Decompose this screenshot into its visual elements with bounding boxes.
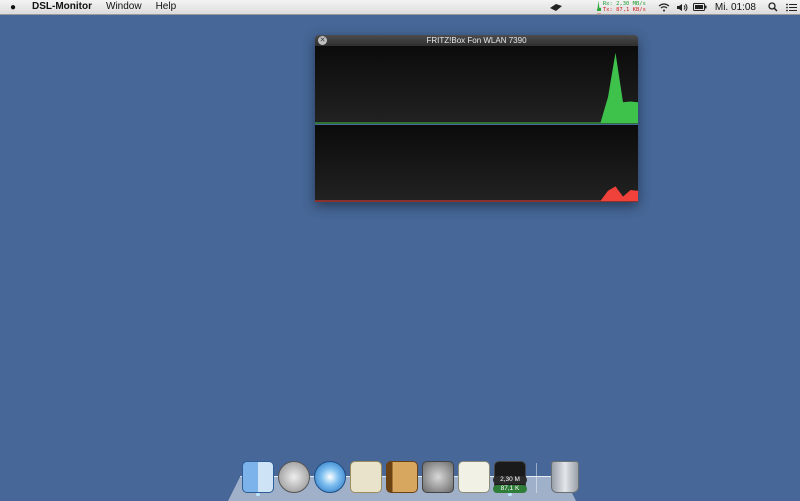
dock-mail-icon[interactable]: [350, 461, 382, 493]
dock-trash-icon[interactable]: [551, 461, 579, 493]
dock-finder-icon[interactable]: [242, 461, 274, 496]
dock-system-preferences-icon[interactable]: [422, 461, 454, 493]
window-title: FRITZ!Box Fon WLAN 7390: [426, 36, 527, 45]
download-graph-panel: [315, 46, 638, 124]
dock-badge-tx: 87,1 K: [493, 485, 527, 493]
tx-rate-text: Tx: 87,1 KB/s: [602, 7, 646, 13]
dock-launchpad-icon[interactable]: [278, 461, 310, 493]
menubar-rate-readout[interactable]: Rx: 2,30 MB/s Tx: 87,1 KB/s: [601, 1, 655, 13]
download-traffic-chart: [315, 52, 638, 124]
spotlight-search-icon[interactable]: [764, 0, 782, 14]
menubar-clock[interactable]: Mi. 01:08: [709, 2, 764, 13]
menu-bar: ● DSL-Monitor Window Help Rx: 2,30 MB/s …: [0, 0, 800, 15]
dsl-monitor-window[interactable]: ✕ FRITZ!Box Fon WLAN 7390: [315, 35, 638, 202]
wifi-icon[interactable]: [655, 0, 673, 14]
running-indicator: [508, 493, 512, 496]
router-icon[interactable]: [547, 0, 565, 14]
battery-icon[interactable]: [691, 0, 709, 14]
upload-graph-panel: [315, 125, 638, 202]
dock-separator: [536, 463, 537, 493]
menubar-traffic-graph[interactable]: [564, 0, 601, 14]
dock-dsl-monitor-icon[interactable]: 2,30 M 87,1 K: [493, 461, 527, 496]
notification-center-icon[interactable]: [782, 0, 800, 14]
menu-app-name[interactable]: DSL-Monitor: [26, 0, 99, 14]
upload-series-area: [315, 186, 638, 201]
dock-address-book-icon[interactable]: [386, 461, 418, 493]
dock: 2,30 M 87,1 K: [242, 459, 579, 496]
volume-icon[interactable]: [673, 0, 691, 14]
download-series-area: [315, 52, 638, 124]
dock-preview-icon[interactable]: [458, 461, 490, 493]
window-titlebar[interactable]: ✕ FRITZ!Box Fon WLAN 7390: [315, 35, 638, 46]
running-indicator: [256, 493, 260, 496]
dock-badge-rx: 2,30 M: [493, 476, 527, 484]
dock-safari-icon[interactable]: [314, 461, 346, 493]
apple-menu-icon[interactable]: ●: [0, 2, 26, 13]
upload-traffic-chart: [315, 186, 638, 202]
menu-help[interactable]: Help: [149, 0, 184, 14]
close-icon[interactable]: ✕: [318, 36, 327, 45]
menu-window[interactable]: Window: [99, 0, 149, 14]
